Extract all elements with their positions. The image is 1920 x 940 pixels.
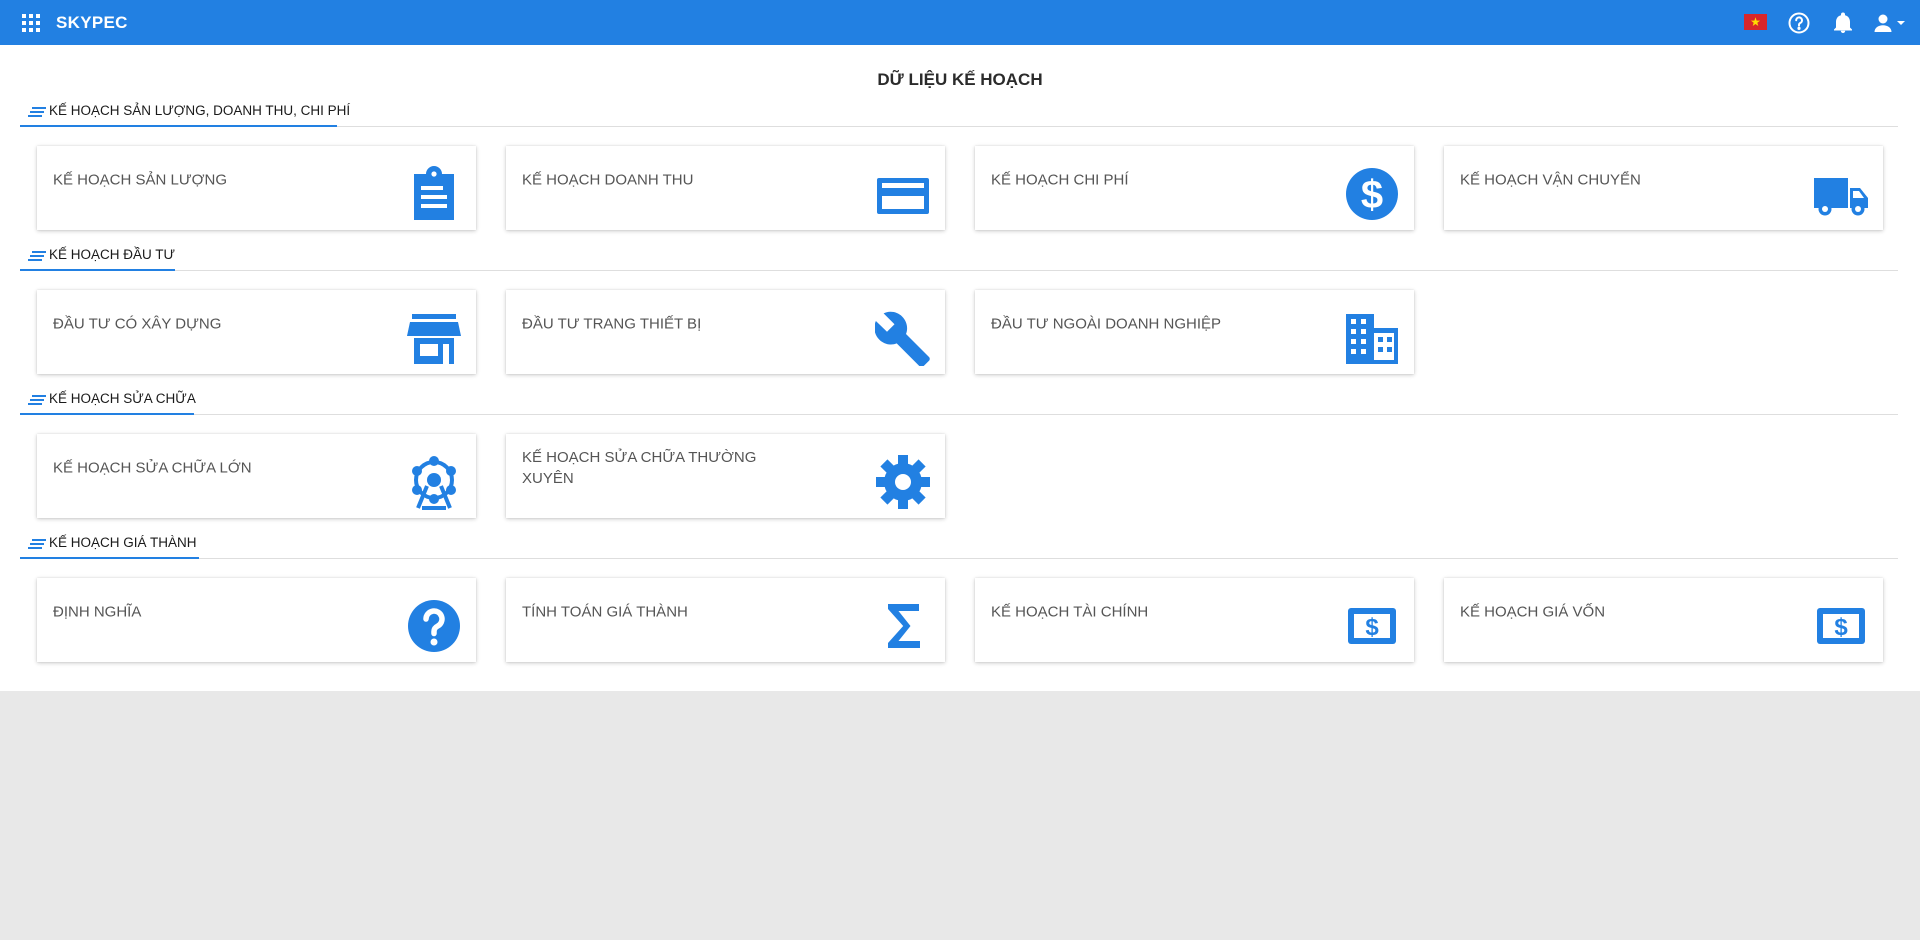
question-circle-icon xyxy=(406,598,462,654)
card-transport-plan[interactable]: KẾ HOẠCH VẬN CHUYỂN xyxy=(1444,146,1883,230)
dollar-circle-icon: $ xyxy=(1344,166,1400,222)
ferris-wheel-icon xyxy=(406,454,462,510)
card-label: KẾ HOẠCH TÀI CHÍNH xyxy=(991,603,1149,621)
credit-card-icon xyxy=(875,166,931,222)
card-production-plan[interactable]: KẾ HOẠCH SẢN LƯỢNG xyxy=(37,146,476,230)
lines-icon xyxy=(28,539,46,549)
bell-icon[interactable] xyxy=(1831,11,1855,35)
lines-icon xyxy=(28,251,46,261)
card-label: KẾ HOẠCH SỬA CHỮA THƯỜNG XUYÊN xyxy=(522,449,757,487)
card-label: KẾ HOẠCH SỬA CHỮA LỚN xyxy=(53,459,252,477)
card-capital-price-plan[interactable]: KẾ HOẠCH GIÁ VỐN $ xyxy=(1444,578,1883,662)
card-label: KẾ HOẠCH GIÁ VỐN xyxy=(1460,603,1606,621)
sigma-icon xyxy=(875,598,931,654)
card-major-repair-plan[interactable]: KẾ HOẠCH SỬA CHỮA LỚN xyxy=(37,434,476,518)
building-icon xyxy=(1344,310,1400,366)
main-content: DỮ LIỆU KẾ HOẠCH KẾ HOẠCH SẢN LƯỢNG, DOA… xyxy=(0,45,1920,691)
money-icon: $ xyxy=(1344,598,1400,654)
section-title: KẾ HOẠCH ĐẦU TƯ xyxy=(49,247,176,262)
truck-icon xyxy=(1813,166,1869,222)
section-title: KẾ HOẠCH SẢN LƯỢNG, DOANH THU, CHI PHÍ xyxy=(49,103,351,118)
svg-text:$: $ xyxy=(1365,614,1379,641)
svg-text:$: $ xyxy=(1834,614,1848,641)
apps-grid-icon[interactable] xyxy=(22,14,40,32)
wrench-icon xyxy=(875,310,931,366)
section-header-investment: KẾ HOẠCH ĐẦU TƯ xyxy=(20,245,1898,271)
clipboard-icon xyxy=(406,166,462,222)
card-construction-investment[interactable]: ĐẦU TƯ CÓ XÂY DỰNG xyxy=(37,290,476,374)
section-tab[interactable]: KẾ HOẠCH SỬA CHỮA xyxy=(20,389,196,415)
top-app-bar: SKYPEC xyxy=(0,0,1920,45)
help-circle-icon[interactable] xyxy=(1787,11,1811,35)
card-equipment-investment[interactable]: ĐẦU TƯ TRANG THIẾT BỊ xyxy=(506,290,945,374)
card-revenue-plan[interactable]: KẾ HOẠCH DOANH THU xyxy=(506,146,945,230)
svg-text:$: $ xyxy=(1361,173,1383,217)
section-tab[interactable]: KẾ HOẠCH GIÁ THÀNH xyxy=(20,533,199,559)
lines-icon xyxy=(28,395,46,405)
section-tab[interactable]: KẾ HOẠCH SẢN LƯỢNG, DOANH THU, CHI PHÍ xyxy=(20,101,350,127)
card-label: KẾ HOẠCH SẢN LƯỢNG xyxy=(53,171,228,189)
section-header-production-revenue-cost: KẾ HOẠCH SẢN LƯỢNG, DOANH THU, CHI PHÍ xyxy=(20,101,1898,127)
section-title: KẾ HOẠCH GIÁ THÀNH xyxy=(49,535,197,550)
vietnam-flag-icon[interactable] xyxy=(1744,14,1767,30)
user-menu-icon[interactable] xyxy=(1873,11,1909,35)
card-label: ĐẦU TƯ TRANG THIẾT BỊ xyxy=(522,315,702,333)
section-header-repair: KẾ HOẠCH SỬA CHỮA xyxy=(20,389,1898,415)
card-label: ĐẦU TƯ CÓ XÂY DỰNG xyxy=(53,315,222,333)
card-regular-repair-plan[interactable]: KẾ HOẠCH SỬA CHỮA THƯỜNG XUYÊN xyxy=(506,434,945,518)
gear-icon xyxy=(875,454,931,510)
card-external-investment[interactable]: ĐẦU TƯ NGOÀI DOANH NGHIỆP xyxy=(975,290,1414,374)
section-tab[interactable]: KẾ HOẠCH ĐẦU TƯ xyxy=(20,245,175,271)
money-icon: $ xyxy=(1813,598,1869,654)
card-cost-plan[interactable]: KẾ HOẠCH CHI PHÍ $ xyxy=(975,146,1414,230)
lines-icon xyxy=(28,107,46,117)
card-label: ĐẦU TƯ NGOÀI DOANH NGHIỆP xyxy=(991,315,1222,333)
card-cost-calculation[interactable]: TÍNH TOÁN GIÁ THÀNH xyxy=(506,578,945,662)
app-title[interactable]: SKYPEC xyxy=(56,13,128,33)
page-title: DỮ LIỆU KẾ HOẠCH xyxy=(877,70,1043,89)
card-label: KẾ HOẠCH DOANH THU xyxy=(522,171,694,189)
card-label: KẾ HOẠCH VẬN CHUYỂN xyxy=(1460,171,1641,189)
store-icon xyxy=(406,310,462,366)
card-financial-plan[interactable]: KẾ HOẠCH TÀI CHÍNH $ xyxy=(975,578,1414,662)
section-title: KẾ HOẠCH SỬA CHỮA xyxy=(49,391,196,406)
card-label: KẾ HOẠCH CHI PHÍ xyxy=(991,171,1129,189)
card-definition[interactable]: ĐỊNH NGHĨA xyxy=(37,578,476,662)
card-label: TÍNH TOÁN GIÁ THÀNH xyxy=(522,603,688,621)
card-label: ĐỊNH NGHĨA xyxy=(53,603,142,621)
section-header-cost-price: KẾ HOẠCH GIÁ THÀNH xyxy=(20,533,1898,559)
